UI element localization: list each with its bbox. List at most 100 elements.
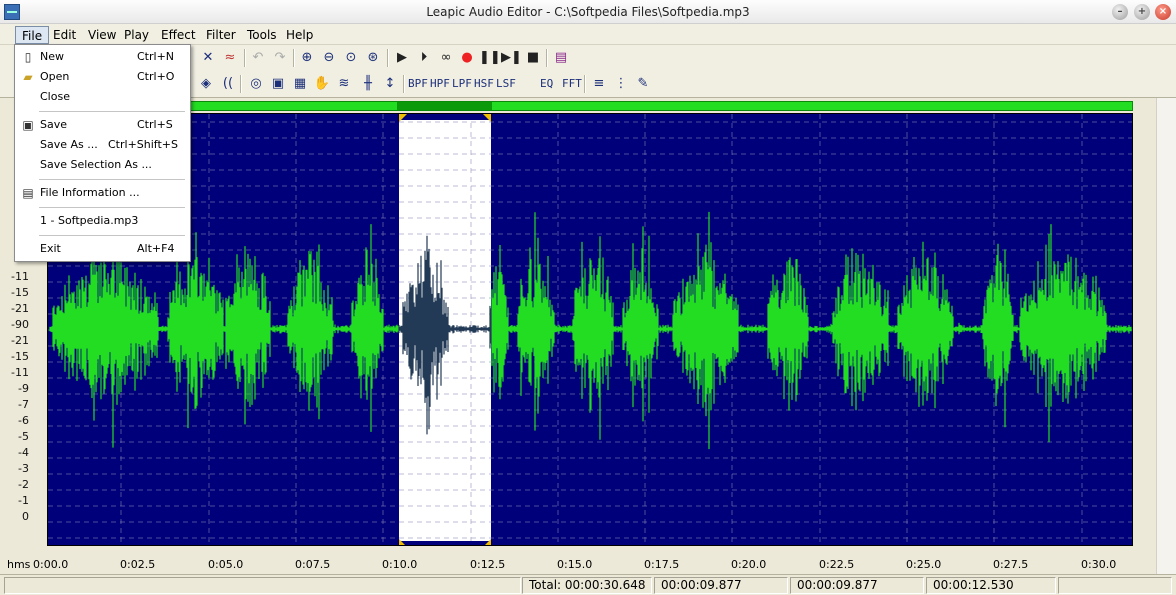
menu-item-label: Save bbox=[40, 118, 68, 131]
db-label: -15 bbox=[11, 286, 29, 299]
time-label: 0:02.5 bbox=[120, 558, 156, 571]
waveform-view[interactable] bbox=[47, 113, 1133, 546]
time-label: 0:20.0 bbox=[731, 558, 767, 571]
menu-separator bbox=[39, 179, 185, 180]
step-icon[interactable]: ▶❚ bbox=[501, 48, 522, 68]
vertical-scrollbar[interactable] bbox=[1156, 98, 1176, 575]
settings-icon[interactable]: ✎ bbox=[633, 74, 653, 94]
maximize-button[interactable]: + bbox=[1134, 4, 1150, 20]
menu-item-new[interactable]: ▯ New Ctrl+N bbox=[15, 47, 190, 67]
normalize-icon[interactable]: ▣ bbox=[268, 74, 288, 94]
toolbar-separator bbox=[546, 49, 548, 67]
effect-icon[interactable]: ◈ bbox=[196, 74, 216, 94]
overview-bar[interactable] bbox=[47, 101, 1133, 111]
menu-item-open[interactable]: ▰ Open Ctrl+O bbox=[15, 67, 190, 87]
db-label: -1 bbox=[18, 494, 29, 507]
waveform-edit-icon[interactable]: ≈ bbox=[220, 48, 240, 68]
menu-item-file-information[interactable]: ▤ File Information ... bbox=[15, 183, 190, 203]
new-file-icon: ▯ bbox=[24, 50, 32, 64]
menu-edit[interactable]: Edit bbox=[47, 26, 82, 44]
lsf-button[interactable]: LSF bbox=[496, 75, 516, 93]
cut-icon[interactable]: ✕ bbox=[198, 48, 218, 68]
menu-item-exit[interactable]: Exit Alt+F4 bbox=[15, 239, 190, 259]
toolbar-separator bbox=[293, 49, 295, 67]
menu-item-save-as[interactable]: Save As ... Ctrl+Shift+S bbox=[15, 135, 190, 155]
menu-item-save-selection-as[interactable]: Save Selection As ... bbox=[15, 155, 190, 175]
noise-icon[interactable]: ✋ bbox=[312, 74, 332, 94]
hsf-button[interactable]: HSF bbox=[474, 75, 494, 93]
pitch-icon[interactable]: ↕ bbox=[380, 74, 400, 94]
selection-bottom-bar bbox=[399, 541, 491, 545]
waveform-svg[interactable] bbox=[48, 114, 1133, 546]
time-label: 0:22.5 bbox=[819, 558, 855, 571]
play-selection-icon[interactable]: ⏵ bbox=[414, 48, 434, 68]
status-empty bbox=[4, 577, 521, 594]
save-disk-icon: ▣ bbox=[22, 118, 34, 132]
menu-tools[interactable]: Tools bbox=[241, 26, 283, 44]
status-total: Total: 00:00:30.648 bbox=[522, 577, 652, 594]
toolbar-separator bbox=[240, 75, 242, 93]
equalize-icon[interactable]: ≋ bbox=[334, 74, 354, 94]
menu-help[interactable]: Help bbox=[280, 26, 319, 44]
hpf-button[interactable]: HPF bbox=[430, 75, 450, 93]
zoom-out-icon[interactable]: ⊖ bbox=[319, 48, 339, 68]
split-icon[interactable]: ╫ bbox=[358, 74, 378, 94]
silence-icon[interactable]: ⋮ bbox=[611, 74, 631, 94]
menu-item-label: Save Selection As ... bbox=[40, 158, 152, 171]
menu-item-shortcut: Ctrl+N bbox=[137, 50, 175, 63]
menu-item-save[interactable]: ▣ Save Ctrl+S bbox=[15, 115, 190, 135]
menu-view[interactable]: View bbox=[82, 26, 122, 44]
menu-play[interactable]: Play bbox=[118, 26, 155, 44]
menu-item-label: New bbox=[40, 50, 64, 63]
time-label: 0:10.0 bbox=[382, 558, 418, 571]
zoom-in-icon[interactable]: ⊕ bbox=[297, 48, 317, 68]
undo-icon[interactable]: ↶ bbox=[248, 48, 268, 68]
close-button[interactable]: × bbox=[1155, 4, 1171, 20]
db-label: -4 bbox=[18, 446, 29, 459]
amplify-icon[interactable]: ◎ bbox=[246, 74, 266, 94]
menu-file[interactable]: File bbox=[15, 26, 50, 44]
marker-icon[interactable]: ≡ bbox=[589, 74, 609, 94]
menu-separator bbox=[39, 207, 185, 208]
time-label: 0:00.0 bbox=[33, 558, 69, 571]
zoom-fit-icon[interactable]: ⊛ bbox=[363, 48, 383, 68]
fft-button[interactable]: FFT bbox=[562, 75, 582, 93]
status-selection-start: 00:00:09.877 bbox=[790, 577, 924, 594]
book-icon[interactable]: ▤ bbox=[551, 48, 571, 68]
menu-filter[interactable]: Filter bbox=[200, 26, 242, 44]
lpf-button[interactable]: LPF bbox=[452, 75, 472, 93]
menu-item-label: File Information ... bbox=[40, 186, 140, 199]
redo-icon[interactable]: ↷ bbox=[270, 48, 290, 68]
db-label: -9 bbox=[18, 382, 29, 395]
menu-effect[interactable]: Effect bbox=[155, 26, 202, 44]
db-label: -6 bbox=[18, 414, 29, 427]
status-bar: Total: 00:00:30.648 00:00:09.877 00:00:0… bbox=[0, 574, 1176, 595]
db-label: -7 bbox=[18, 398, 29, 411]
play-icon[interactable]: ▶ bbox=[392, 48, 412, 68]
menu-item-close[interactable]: Close bbox=[15, 87, 190, 107]
menu-item-recent-file[interactable]: 1 - Softpedia.mp3 bbox=[15, 211, 190, 231]
window-title: Leapic Audio Editor - C:\Softpedia Files… bbox=[426, 5, 750, 19]
zoom-selection-icon[interactable]: ⊙ bbox=[341, 48, 361, 68]
fade-icon[interactable]: ▦ bbox=[290, 74, 310, 94]
time-label: 0:25.0 bbox=[906, 558, 942, 571]
minimize-button[interactable]: – bbox=[1112, 4, 1128, 20]
record-icon[interactable]: ● bbox=[457, 48, 477, 68]
eq-button[interactable]: EQ bbox=[540, 75, 553, 93]
file-menu-dropdown: ▯ New Ctrl+N ▰ Open Ctrl+O Close ▣ Save … bbox=[14, 44, 191, 262]
bpf-button[interactable]: BPF bbox=[408, 75, 428, 93]
time-label: 0:15.0 bbox=[557, 558, 593, 571]
time-label: 0:30.0 bbox=[1081, 558, 1117, 571]
toolbar-separator bbox=[244, 49, 246, 67]
menu-item-label: Exit bbox=[40, 242, 61, 255]
toolbar-separator bbox=[584, 75, 586, 93]
menu-item-shortcut: Alt+F4 bbox=[137, 242, 175, 255]
menu-separator bbox=[39, 111, 185, 112]
echo-icon[interactable]: (( bbox=[218, 74, 238, 94]
loop-icon[interactable]: ∞ bbox=[436, 48, 456, 68]
stop-icon[interactable]: ■ bbox=[523, 48, 543, 68]
overview-selection[interactable] bbox=[397, 102, 492, 110]
db-label: 0 bbox=[22, 510, 29, 523]
pause-icon[interactable]: ❚❚ bbox=[479, 48, 501, 68]
db-label: -2 bbox=[18, 478, 29, 491]
